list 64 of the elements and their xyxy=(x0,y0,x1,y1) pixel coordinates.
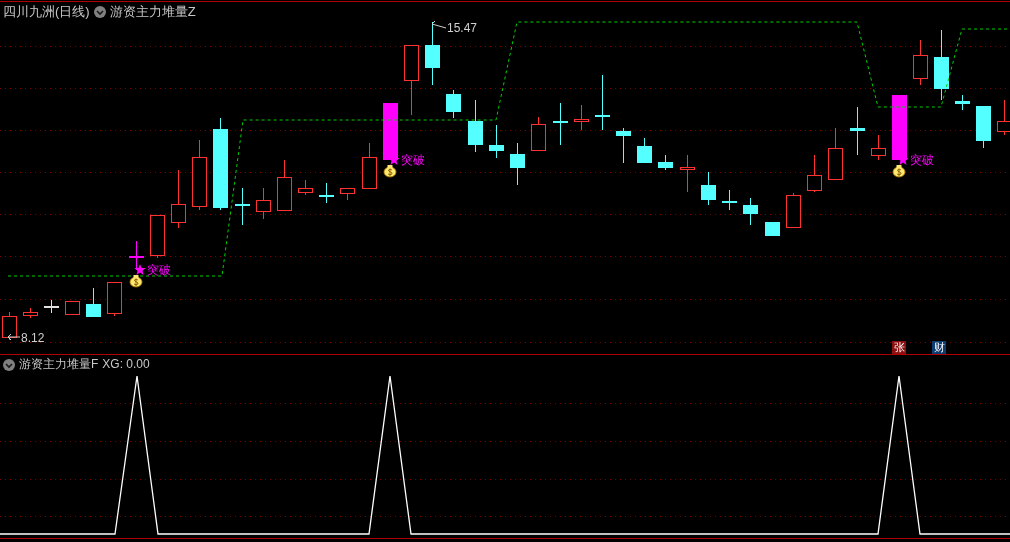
indicator-title: 游资主力堆量F xyxy=(19,357,99,372)
dropdown-icon[interactable] xyxy=(93,6,106,18)
candlestick xyxy=(86,287,101,318)
money-bag-icon xyxy=(129,275,143,288)
stock-title: 四川九洲(日线) xyxy=(3,4,90,20)
candlestick xyxy=(786,192,801,228)
candlestick xyxy=(192,139,207,211)
candlestick xyxy=(955,94,970,111)
signal-label: 突破 xyxy=(401,153,425,167)
candlestick xyxy=(150,214,165,259)
candlestick xyxy=(934,29,949,101)
candlestick xyxy=(129,240,144,271)
candlestick xyxy=(871,134,886,161)
candlestick xyxy=(828,127,843,180)
candlestick xyxy=(404,44,419,116)
candlestick xyxy=(383,102,398,161)
leader-line xyxy=(7,333,21,341)
candlestick xyxy=(531,116,546,151)
candlestick xyxy=(171,169,186,229)
candlestick xyxy=(680,154,695,193)
dropdown-icon[interactable] xyxy=(3,358,15,371)
candlestick xyxy=(510,142,525,186)
money-bag-icon xyxy=(383,165,397,178)
candlestick xyxy=(807,154,822,193)
candlestick xyxy=(616,127,631,164)
tag-badge: 张 xyxy=(892,341,906,354)
candlestick xyxy=(235,187,250,226)
candlestick xyxy=(362,142,377,189)
candlestick xyxy=(595,74,610,131)
candlestick xyxy=(65,300,80,315)
candlestick xyxy=(976,105,991,149)
candlestick xyxy=(892,94,907,161)
candlestick xyxy=(319,182,334,204)
candlestick xyxy=(765,221,780,237)
candlestick xyxy=(637,137,652,164)
leader-line xyxy=(431,20,447,29)
high-price-label: 15.47 xyxy=(447,21,478,35)
candlestick xyxy=(743,197,758,226)
candlestick xyxy=(256,187,271,220)
candlestick xyxy=(107,281,122,317)
candlestick xyxy=(913,39,928,86)
candlestick xyxy=(44,299,59,314)
candlestick xyxy=(23,307,38,319)
signal-label: 突破 xyxy=(147,263,171,277)
indicator-reading: XG: 0.00 xyxy=(102,357,150,372)
indicator-title: 游资主力堆量Z xyxy=(109,4,196,20)
candlestick xyxy=(340,187,355,201)
candlestick xyxy=(574,104,589,131)
money-bag-icon xyxy=(892,165,906,178)
candlestick xyxy=(425,21,440,86)
star-icon xyxy=(134,264,146,275)
candlestick xyxy=(489,124,504,159)
candlestick xyxy=(446,89,461,119)
candlestick xyxy=(277,159,292,211)
candlestick xyxy=(701,171,716,206)
tag-badge: 财 xyxy=(932,341,946,354)
candlestick xyxy=(850,106,865,156)
candlestick xyxy=(298,179,313,196)
low-price-label: 8.12 xyxy=(21,331,45,345)
candlestick xyxy=(553,102,568,146)
signal-label: 突破 xyxy=(910,153,934,167)
candlestick xyxy=(722,189,737,211)
candlestick xyxy=(468,99,483,153)
candlestick xyxy=(658,154,673,171)
